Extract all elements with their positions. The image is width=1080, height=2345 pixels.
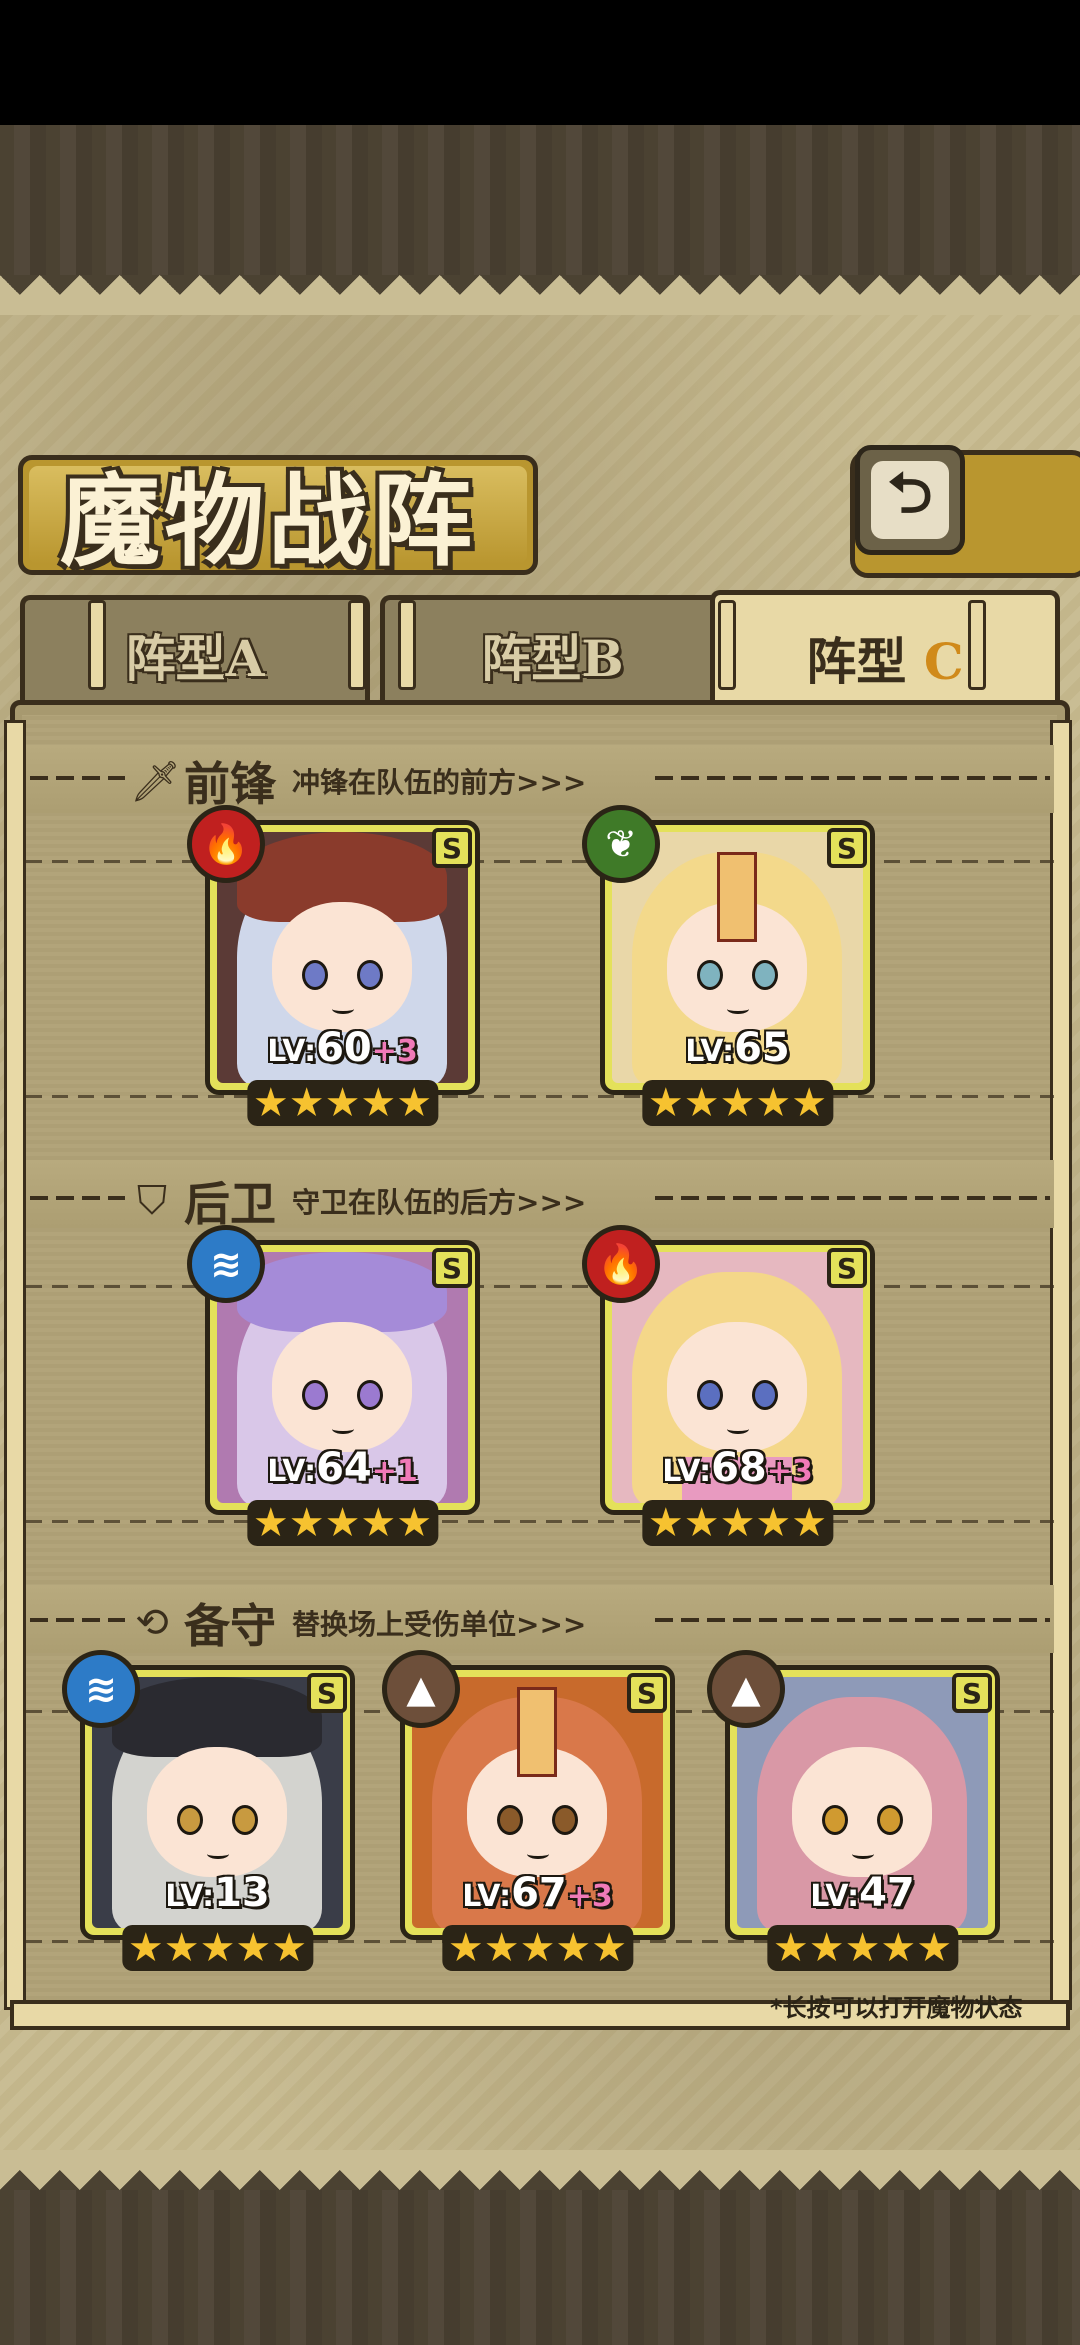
row-line [26,860,1054,863]
panel-rail-left [4,720,26,2010]
star-rating: ★★★★★ [641,1500,834,1546]
tab-b-label: 阵型 [481,629,582,688]
page-title: 魔物战阵 [60,462,476,580]
wood-band-top [0,125,1080,275]
tab-a-label: 阵型 [125,629,226,688]
section-back-title: 后卫 [184,1177,276,1231]
status-bar-area [0,0,1080,125]
monster-card[interactable]: S ❦ LV:65 ★★★★★ [582,805,875,1126]
tab-post [968,600,986,690]
earth-element-icon: ▲ [707,1650,785,1728]
section-dash [655,1196,1050,1200]
section-reserve: ⟲ 备守 替换场上受伤单位>>> [130,1590,586,1656]
water-element-icon: ≋ [187,1225,265,1303]
fire-element-icon: 🔥 [582,1225,660,1303]
tab-formation-b[interactable]: 阵型B [380,595,725,710]
tab-formation-a[interactable]: 阵型A [20,595,370,710]
section-dash [30,1196,125,1200]
monster-card[interactable]: S ▲ LV:67+3 ★★★★★ [382,1650,675,1971]
star-rating: ★★★★★ [246,1500,439,1546]
earth-element-icon: ▲ [382,1650,460,1728]
footnote-hint: *长按可以打开魔物状态 [770,1994,1023,2022]
monster-card[interactable]: S ≋ LV:64+1 ★★★★★ [187,1225,480,1546]
section-dash [655,1618,1050,1622]
tab-a-letter: A [225,629,265,688]
panel-rail-right [1050,720,1072,2010]
rank-badge: S [432,828,472,868]
section-dash [30,1618,125,1622]
level-label: LV:64+1 [267,1445,418,1491]
back-arrow-icon: ⮌ [871,461,949,539]
section-front: 🗡 前锋 冲锋在队伍的前方>>> [130,748,586,814]
row-line [26,1520,1054,1523]
water-element-icon: ≋ [62,1650,140,1728]
rank-badge: S [307,1673,347,1713]
section-reserve-title: 备守 [184,1599,276,1653]
shield-icon: ⛉ [137,1178,167,1224]
section-dash [655,776,1050,780]
monster-card[interactable]: S 🔥 LV:60+3 ★★★★★ [187,805,480,1126]
tab-post [718,600,736,690]
rank-badge: S [432,1248,472,1288]
rank-badge: S [627,1673,667,1713]
level-label: LV:67+3 [462,1870,613,1916]
torn-edge-bottom [0,2150,1080,2190]
tab-post [88,600,106,690]
rank-badge: S [952,1673,992,1713]
star-rating: ★★★★★ [246,1080,439,1126]
level-label: LV:60+3 [267,1025,418,1071]
monster-card[interactable]: S 🔥 LV:68+3 ★★★★★ [582,1225,875,1546]
wood-band-bottom [0,2190,1080,2345]
section-reserve-desc: 替换场上受伤单位>>> [292,1608,587,1641]
section-back-desc: 守卫在队伍的后方>>> [292,1186,587,1219]
section-front-desc: 冲锋在队伍的前方>>> [292,766,587,799]
level-label: LV:65 [685,1025,790,1071]
section-front-title: 前锋 [184,757,276,811]
monster-card[interactable]: S ▲ LV:47 ★★★★★ [707,1650,1000,1971]
tab-post [398,600,416,690]
rank-badge: S [827,1248,867,1288]
row-line [26,1285,1054,1288]
fire-element-icon: 🔥 [187,805,265,883]
level-label: LV:47 [810,1870,915,1916]
swap-icon: ⟲ [135,1600,169,1646]
star-rating: ★★★★★ [641,1080,834,1126]
tab-c-label: 阵型 [806,631,907,691]
star-rating: ★★★★★ [441,1925,634,1971]
level-label: LV:68+3 [662,1445,813,1491]
row-line [26,1095,1054,1098]
tab-post [348,600,366,690]
section-back: ⛉ 后卫 守卫在队伍的后方>>> [130,1168,586,1234]
rank-badge: S [827,828,867,868]
monster-card[interactable]: S ≋ LV:13 ★★★★★ [62,1650,355,1971]
back-button[interactable]: ⮌ [855,445,965,555]
sword-icon: 🗡 [130,758,181,805]
grass-element-icon: ❦ [582,805,660,883]
star-rating: ★★★★★ [121,1925,314,1971]
tab-b-letter: B [581,629,624,688]
section-dash [30,776,125,780]
torn-edge-top [0,275,1080,315]
star-rating: ★★★★★ [766,1925,959,1971]
tab-c-letter: C [923,631,964,691]
level-label: LV:13 [165,1870,270,1916]
